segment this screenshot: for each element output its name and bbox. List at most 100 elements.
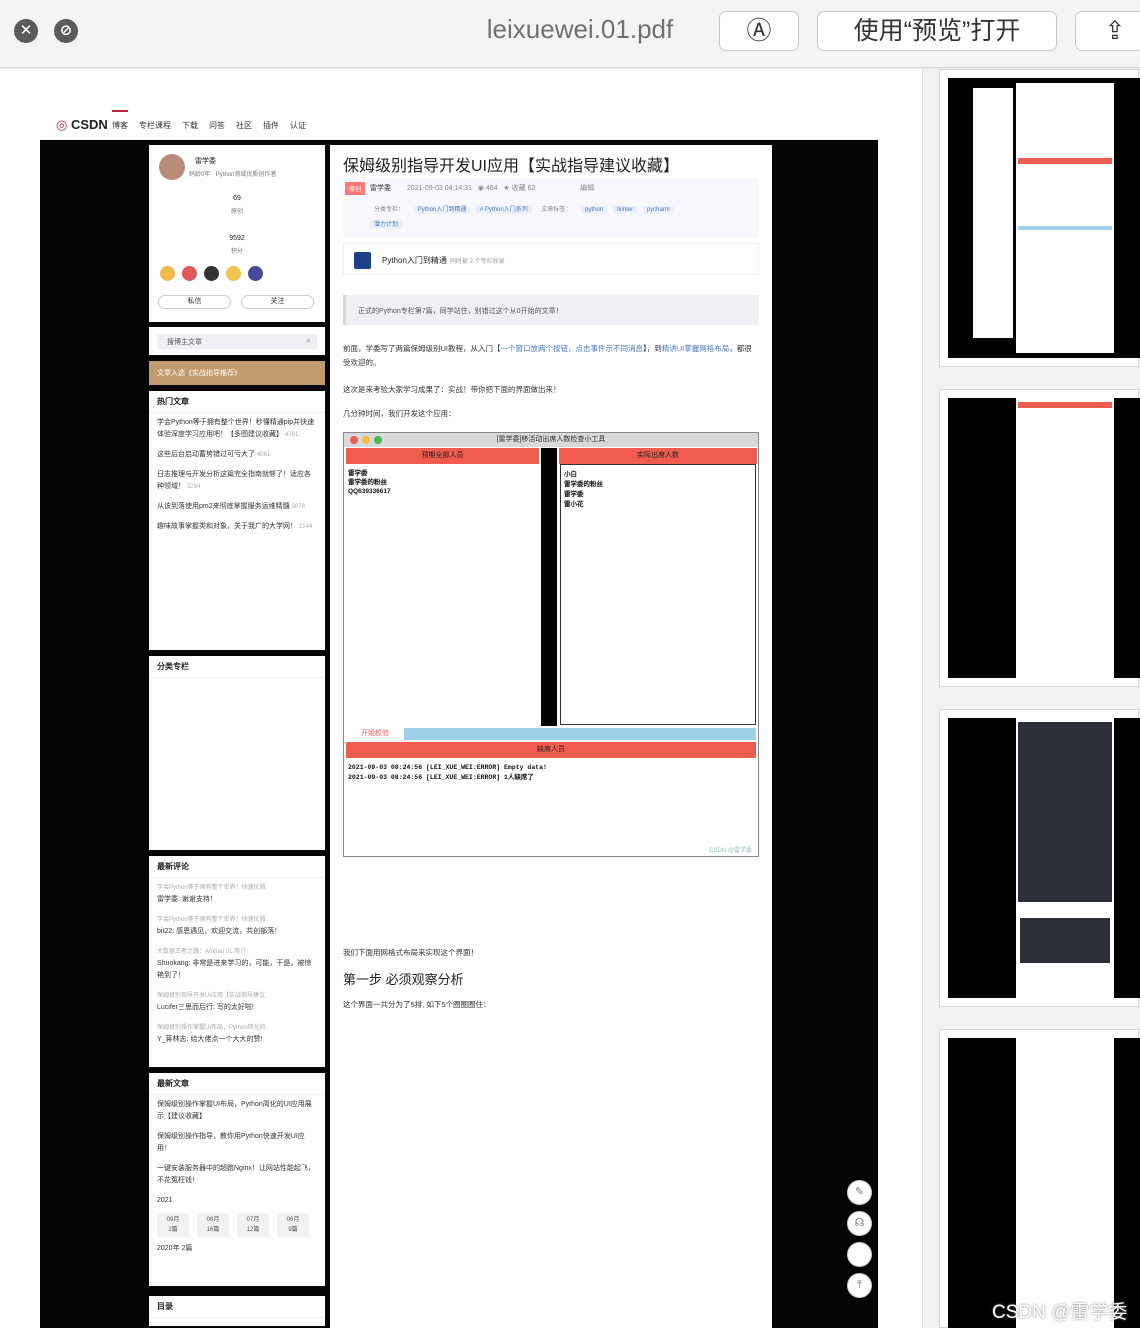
nav-item[interactable]: 认证 (290, 120, 306, 131)
follow-button[interactable]: 关注 (241, 295, 314, 309)
nav-item[interactable]: 专栏课程 (139, 120, 171, 131)
nav-item[interactable]: 插件 (263, 120, 279, 131)
search-card: 搜博主文章 ⌕ (149, 327, 325, 355)
nav-item[interactable]: 博客 (112, 110, 128, 131)
article-tag[interactable]: pycharm (642, 206, 674, 214)
paragraph: 这个界面一共分为了5排, 如下5个圈圈圈住： (343, 1000, 491, 1009)
blank-tool-icon[interactable] (847, 1242, 872, 1267)
expected-header: 预期全部人员 (346, 448, 539, 464)
view-count: 464 (485, 185, 498, 192)
hot-articles-card: 热门文章 学会Python等于拥有整个世界！秒懂精通pip并快速体验深度学习应用… (149, 391, 325, 650)
article-tag[interactable]: tkinter (612, 206, 638, 214)
comment-item[interactable]: 大数据王者之路：Ambari 01 简介 Shuokang: 非常是进来学习的，可… (149, 942, 325, 986)
support-icon[interactable]: ☊ (847, 1211, 872, 1236)
log-output: 2021-09-03 08:24:56 [LEI_XUE_WEI:ERROR] … (348, 764, 547, 781)
archive-month[interactable]: 07月 12篇 (237, 1213, 269, 1237)
csdn-topbar: ◎ CSDN 博客 专栏课程 下载 问答 社区 插件 认证 (40, 110, 878, 140)
badge-icon (226, 266, 241, 281)
page-thumbnail[interactable] (939, 1029, 1140, 1328)
open-with-preview-button[interactable]: 使用“预览”打开 (817, 11, 1057, 51)
prohibit-icon[interactable]: ⊘ (54, 19, 78, 43)
nav-item[interactable]: 下载 (182, 120, 198, 131)
article-link[interactable]: 一个窗口放两个按钮，点击事件示不同消息 (501, 344, 644, 353)
comment-item[interactable]: 学会Python等于拥有整个世界！快速优雅 雷学委: 谢谢支持！ (149, 878, 325, 910)
author-name[interactable]: 雷学委 (370, 185, 391, 192)
search-input[interactable]: 搜博主文章 ⌕ (157, 334, 317, 349)
archive-months: 09月 2篇 08月 16篇 07月 12篇 06月 9篇 (149, 1211, 325, 1239)
list-item[interactable]: 学会Python等于拥有整个世界！秒懂精通pip并快速体验深度学习应用吧！【多图… (149, 413, 325, 445)
thumb-code (1018, 722, 1112, 902)
collect-count[interactable]: 收藏 62 (512, 185, 536, 192)
edit-icon[interactable]: ✎ (847, 1180, 872, 1205)
edit-link[interactable]: 编辑 (580, 185, 594, 192)
column-cover (354, 252, 371, 269)
list-item[interactable]: 趣味故事掌握类和对象，关于我广的大学网！ 2144 (149, 517, 325, 537)
thumb-main (1016, 398, 1114, 678)
archive-year[interactable]: 2020年 2篇 (149, 1239, 325, 1259)
thumb-blue (1018, 226, 1112, 230)
list-item[interactable]: 保姆级别操作掌握UI布局，Python简化的UI应用展示【建议收藏】 (149, 1095, 325, 1127)
archive-year: 2021 (157, 1197, 173, 1204)
progress-bar (404, 728, 756, 740)
screenshot-watermark: CSDN @雷学委 (709, 848, 752, 854)
article-tag[interactable]: python (581, 206, 608, 214)
actual-header: 实际出席人数 (559, 448, 757, 464)
actual-textbox[interactable]: 小白 雷学委的粉丝 雷学委 雷小花 (560, 464, 756, 725)
section-title: 热门文章 (149, 391, 325, 413)
thumb-main (1016, 1038, 1114, 1328)
close-icon[interactable]: ✕ (14, 19, 38, 43)
app-titlebar: [雷学委]移活动出席人数检查小工具 (344, 433, 758, 447)
article-quote: 正式的Python专栏第7篇，同学站住，别错过这个从0开始的文章！ (343, 295, 759, 325)
nav-item[interactable]: 社区 (236, 120, 252, 131)
list-item[interactable]: 一键安装服务器中的超跑Nginx！让网站性能起飞，不花冤枉钱！ (149, 1159, 325, 1191)
start-check-button[interactable]: 开始校验 (346, 728, 404, 740)
page-thumbnail[interactable] (939, 389, 1140, 687)
list-item[interactable]: 这些后台启动蓄势错过可亏大了 4061 (149, 445, 325, 465)
avatar[interactable] (159, 154, 185, 180)
nav-item[interactable]: 问答 (209, 120, 225, 131)
eye-icon: ◉ (477, 185, 484, 192)
column-box[interactable]: Python入门到精通 同时被 2 个专栏收录 (343, 243, 759, 275)
search-icon[interactable]: ⌕ (307, 336, 311, 346)
archive-month[interactable]: 06月 9篇 (277, 1213, 309, 1237)
thumb-red (1018, 402, 1112, 408)
list-item[interactable]: 日志推理与开发分析这篇完全指南就够了！适应各种领域！ 3294 (149, 465, 325, 497)
column-tag[interactable]: # Python入门系列 (476, 206, 532, 214)
article-link[interactable]: 精讲UI掌握网格布局 (662, 344, 730, 353)
badge-icon (160, 266, 175, 281)
thumb-main (1016, 83, 1114, 353)
promo-banner[interactable]: 文章入选《实战指导推荐》 (149, 361, 325, 385)
comment-item[interactable]: 保姆级别指导开发UI应用【实战指导建议 Lucifer三思而后行: 写的太好啦! (149, 986, 325, 1018)
profile-name[interactable]: 雷学委 (195, 156, 216, 166)
thumb-content (948, 718, 1140, 998)
column-tag[interactable]: Python入门到精通 (413, 206, 471, 214)
pdf-page: ◎ CSDN 博客 专栏课程 下载 问答 社区 插件 认证 雷学委 码龄0年 ·… (0, 69, 922, 1328)
page-thumbnail[interactable] (939, 709, 1140, 1007)
paragraph: 这次是来考验大家学习成果了：实战！带你把下面的界面做出来！ (343, 385, 561, 394)
article-meta: 原创 雷学委 2021-09-03 04:14:31 ◉ 464 ★ 收藏 62… (343, 178, 759, 238)
badge-row (160, 266, 263, 281)
comment-item[interactable]: 保姆级别操作掌握UI布局，Python简化的 Y_蒋林志: 给大佬点一个大大的赞! (149, 1018, 325, 1050)
share-icon: ⇪ (1104, 17, 1126, 45)
comment-item[interactable]: 学会Python等于拥有整个世界！快速优雅 bit22: 感恩遇见，欢迎交流，共创… (149, 910, 325, 942)
thumb-content (948, 78, 1140, 358)
markup-button[interactable]: Ⓐ (719, 11, 799, 51)
page-thumbnail[interactable] (939, 69, 1140, 367)
share-button[interactable]: ⇪ (1075, 11, 1140, 51)
back-to-top-icon[interactable]: ⤒ (847, 1273, 872, 1298)
pdf-viewer[interactable]: ◎ CSDN 博客 专栏课程 下载 问答 社区 插件 认证 雷学委 码龄0年 ·… (0, 69, 922, 1328)
archive-month[interactable]: 08月 16篇 (197, 1213, 229, 1237)
list-item[interactable]: 从该到落使用pm2来彻底掌握服务运维精髓 3078 (149, 497, 325, 517)
plan-tag[interactable]: 潜力计划 (370, 221, 403, 229)
stat-original: 69 原创 (230, 195, 243, 215)
category-card: 分类专栏 (149, 656, 325, 850)
document-title: leixuewei.01.pdf (486, 14, 674, 44)
expected-list[interactable]: 雷学委 雷学委的粉丝 QQ639336617 (348, 469, 391, 496)
pen-circle-icon: Ⓐ (746, 17, 772, 45)
window-max-dot (374, 436, 382, 444)
message-button[interactable]: 私信 (158, 295, 231, 309)
list-item[interactable]: 保姆级别操作指导，教你用Python快速开发UI应用！ (149, 1127, 325, 1159)
archive-month[interactable]: 09月 2篇 (157, 1213, 189, 1237)
thumb-sidebar (973, 88, 1013, 338)
section-heading: 第一步 必须观察分析 (343, 972, 464, 987)
